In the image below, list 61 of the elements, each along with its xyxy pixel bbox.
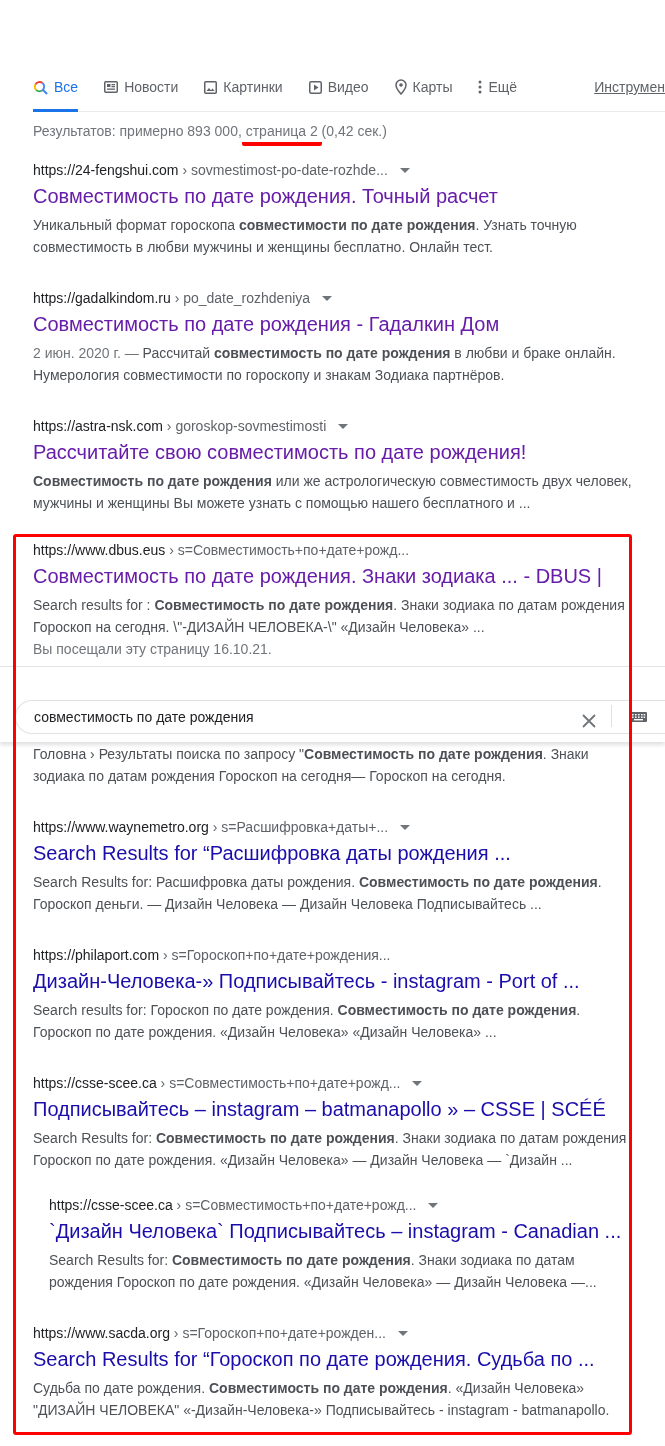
caret-icon[interactable]: [338, 423, 349, 429]
caret-icon[interactable]: [428, 1202, 439, 1208]
url-breadcrumb: › s=Совместимость+по+дате+рожд...: [175, 1196, 417, 1215]
caret-icon[interactable]: [397, 1330, 408, 1336]
tab[interactable]: Ещё: [478, 75, 518, 112]
result-title-link[interactable]: Дизайн-Человека-» Подписывайтесь - instagram - Port of ...: [33, 968, 580, 994]
visited-note: Вы посещали эту страницу 16.10.21.: [33, 640, 273, 659]
result-url: https://philaport.com: [33, 946, 160, 965]
result-title-link[interactable]: Совместимость по дате рождения - Гадалкин Дом: [33, 311, 500, 337]
url-breadcrumb: › s=Совместимость+по+дате+рожд...: [168, 541, 410, 560]
tab[interactable]: Все: [33, 75, 79, 112]
url-breadcrumb: › sovmestimost-po-date-rozhde...: [181, 161, 388, 180]
tab[interactable]: Картинки: [204, 75, 283, 112]
url-breadcrumb: › s=Расшифровка+даты+...: [211, 818, 389, 837]
more-icon: [478, 80, 483, 94]
result-title-link[interactable]: `Дизайн Человека` Подписывайтесь – instagram - Canadian ...: [49, 1218, 622, 1244]
url-breadcrumb: › po_date_rozhdeniya: [173, 289, 311, 308]
url-breadcrumb: › s=Гороскоп+по+дате+рождения...: [161, 946, 391, 965]
result-snippet: Search results for: Гороскоп по дате рождения. Совместимость по дате рождения. Гороскоп по дате рождения. «Дизайн Человека» «Дизайн Человека» ...: [33, 1001, 582, 1042]
keyboard-icon[interactable]: [630, 712, 647, 722]
tools-link[interactable]: Инструмен: [594, 75, 665, 111]
result-snippet: 2 июн. 2020 г. — Рассчитай совместимость по дате рождения в любви и браке онлайн. Нумерология совместимости по гороскопу и знакам Зодиака партнёров.: [33, 344, 617, 385]
result-url: https://csse-scee.ca: [33, 1074, 157, 1093]
caret-icon[interactable]: [322, 295, 333, 301]
newspaper-icon: [104, 81, 119, 93]
url-breadcrumb: › goroskop-sovmestimosti: [165, 417, 327, 436]
result-snippet: Search Results for: Совместимость по дате рождения. Знаки зодиака по датам рождения Гороскоп по дате рождения. «Дизайн Человека» — Дизайн Человека —...: [49, 1251, 598, 1292]
tab[interactable]: Новости: [104, 75, 179, 112]
map-pin-icon: [394, 79, 407, 95]
caret-icon[interactable]: [412, 1080, 423, 1086]
result-snippet: Совместимость по дате рождения или же астрологическую совместимость двух человек, мужчины и женщины Вы можете узнать с помощью нашего бесплатного и ...: [33, 472, 633, 513]
result-snippet: Search Results for: Расшифровка даты рождения. Совместимость по дате рождения. Гороскоп деньги. — Дизайн Человека — Дизайн Человека Подписывайтесь ...: [33, 873, 603, 914]
result-snippet: Судьба по дате рождения. Совместимость по дате рождения. «Дизайн Человека» "ДИЗАЙН ЧЕЛОВЕКА" «-Дизайн-Человека-» Подписывайтесь - instagram - batmanapollo.: [33, 1379, 611, 1420]
caret-icon[interactable]: [399, 167, 410, 173]
tab[interactable]: Карты: [394, 75, 453, 112]
search-field[interactable]: совместимость по дате рождения: [15, 700, 665, 734]
result-title-link[interactable]: Совместимость по дате рождения. Точный расчет: [33, 183, 498, 209]
url-breadcrumb: › s=Гороскоп+по+дате+рожден...: [172, 1324, 386, 1343]
result-snippet: Уникальный формат гороскопа совместимости по дате рождения. Узнать точную совместимость в любви мужчины и женщины бесплатно. Онлайн тест.: [33, 216, 578, 257]
result-url: https://astra-nsk.com: [33, 417, 163, 436]
result-snippet: Search results for : Совместимость по дате рождения. Знаки зодиака по датам рождения Гороскоп на сегодня. \"-ДИЗАЙН ЧЕЛОВЕКА-\" «Дизайн Человека» ...: [33, 596, 626, 637]
result-url: https://24-fengshui.com: [33, 161, 179, 180]
result-title-link[interactable]: Совместимость по дате рождения. Знаки зодиака ... - DBUS |: [33, 563, 602, 589]
play-icon: [308, 80, 322, 94]
result-url: https://gadalkindom.ru: [33, 289, 171, 308]
search-icon: [33, 79, 48, 95]
result-snippet: Search Results for: Совместимость по дате рождения. Знаки зодиака по датам рождения Гороскоп по дате рождения. «Дизайн Человека» — Дизайн Человека — `Дизайн ...: [33, 1129, 628, 1170]
result-url: https://www.sacda.org: [33, 1324, 170, 1343]
result-url: https://www.waynemetro.org: [33, 818, 209, 837]
url-breadcrumb: › s=Совместимость+по+дате+рожд...: [159, 1074, 401, 1093]
result-title-link[interactable]: Рассчитайте свою совместимость по дате рождения!: [33, 439, 527, 465]
result-stats: Результатов: примерно 893 000, страница 2 (0,42 сек.): [27, 121, 393, 149]
tab[interactable]: Видео: [308, 75, 369, 112]
result-snippet: Головна › Результаты поиска по запросу "Совместимость по дате рождения. Знаки зодиака по датам рождения Гороскоп на сегодня— Гороскоп на сегодня.: [33, 745, 590, 786]
result-url: https://csse-scee.ca: [49, 1196, 173, 1215]
result-title-link[interactable]: Подписывайтесь – instagram – batmanapollo » – CSSE | SCÉÉ: [33, 1096, 606, 1122]
result-title-link[interactable]: Search Results for “Расшифровка даты рождения ...: [33, 840, 511, 866]
image-icon: [204, 80, 218, 94]
result-url: https://www.dbus.eus: [33, 541, 166, 560]
result-title-link[interactable]: Search Results for “Гороскоп по дате рождения. Судьба по ...: [33, 1346, 595, 1372]
caret-icon[interactable]: [400, 824, 411, 830]
